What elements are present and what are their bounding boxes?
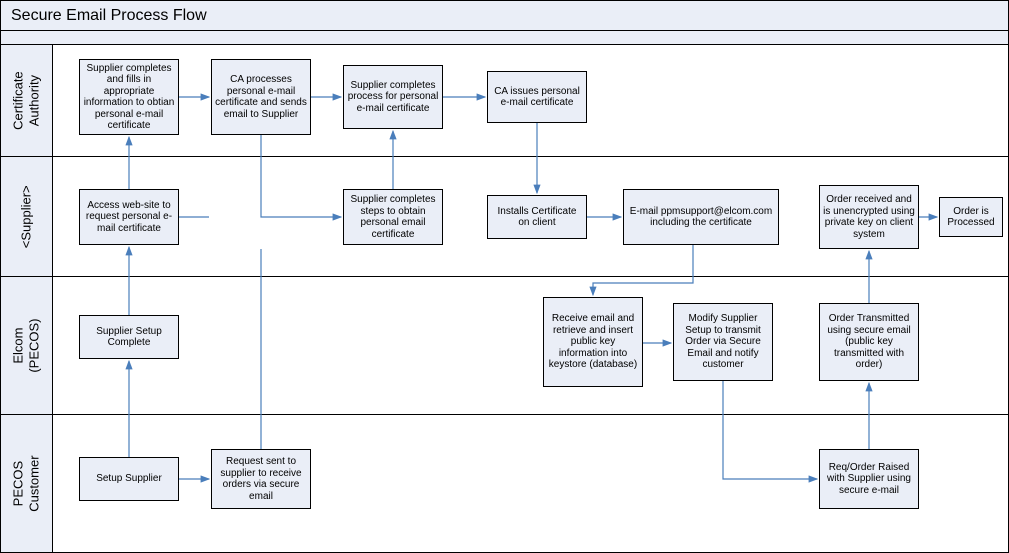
box-ca2: CA processes personal e-mail certificate… — [211, 59, 311, 135]
lane-elcom: Elcom (PECOS) Supplier Setup Complete Re… — [1, 277, 1008, 415]
box-elc3: Modify Supplier Setup to transmit Order … — [673, 303, 773, 381]
box-sup6: Order is Processed — [939, 197, 1003, 237]
box-ca4: CA issues personal e-mail certificate — [487, 71, 587, 123]
box-cus2: Request sent to supplier to receive orde… — [211, 449, 311, 509]
diagram-subbar — [1, 31, 1008, 45]
box-sup5: Order received and is unencrypted using … — [819, 185, 919, 249]
box-sup1: Access web-site to request personal e-ma… — [79, 189, 179, 245]
lane-label-customer-text: PECOS Customer — [11, 455, 42, 511]
lane-label-ca-text: Certificate Authority — [11, 71, 42, 130]
lane-customer: PECOS Customer Setup Supplier Request se… — [1, 415, 1008, 553]
swimlanes: Certificate Authority Supplier completes… — [1, 45, 1008, 553]
lane-label-elcom: Elcom (PECOS) — [1, 277, 53, 414]
lane-label-supplier: <Supplier> — [1, 157, 53, 276]
diagram-title: Secure Email Process Flow — [1, 1, 1008, 31]
box-sup2: Supplier completes steps to obtain perso… — [343, 189, 443, 245]
box-elc4: Order Transmitted using secure email (pu… — [819, 303, 919, 381]
box-ca1: Supplier completes and fills in appropri… — [79, 59, 179, 135]
lane-ca: Certificate Authority Supplier completes… — [1, 45, 1008, 157]
box-elc1: Supplier Setup Complete — [79, 315, 179, 359]
lane-label-customer: PECOS Customer — [1, 415, 53, 552]
box-cus3: Req/Order Raised with Supplier using sec… — [819, 449, 919, 509]
box-cus1: Setup Supplier — [79, 457, 179, 501]
lane-supplier: <Supplier> Access web-site to request pe… — [1, 157, 1008, 277]
lane-label-elcom-text: Elcom (PECOS) — [11, 318, 42, 372]
box-sup3: Installs Certificate on client — [487, 195, 587, 239]
diagram-container: Secure Email Process Flow Certificate Au… — [0, 0, 1009, 553]
box-elc2: Receive email and retrieve and insert pu… — [543, 297, 643, 387]
box-sup4: E-mail ppmsupport@elcom.com including th… — [623, 189, 779, 245]
lane-label-supplier-text: <Supplier> — [19, 185, 35, 248]
lane-label-ca: Certificate Authority — [1, 45, 53, 156]
box-ca3: Supplier completes process for personal … — [343, 65, 443, 129]
